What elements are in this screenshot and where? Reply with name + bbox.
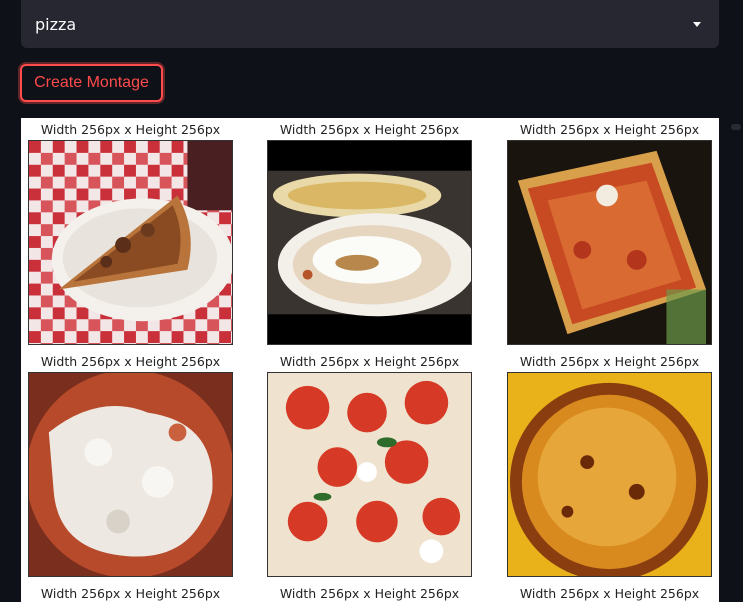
- pizza-thumbnail: [507, 372, 712, 577]
- pizza-thumbnail: [28, 140, 233, 345]
- pizza-thumbnail: [28, 372, 233, 577]
- montage-image: Width 256px x Height 256px Width 256px x…: [21, 118, 719, 602]
- image-caption: Width 256px x Height 256px: [279, 586, 460, 601]
- image-caption: Width 256px x Height 256px: [279, 354, 460, 369]
- pizza-thumbnail: [267, 140, 472, 345]
- image-caption: Width 256px x Height 256px: [40, 354, 221, 369]
- pizza-thumbnail: [507, 140, 712, 345]
- select-value: pizza: [35, 14, 77, 34]
- image-caption: Width 256px x Height 256px: [519, 354, 700, 369]
- image-caption: Width 256px x Height 256px: [40, 586, 221, 601]
- create-montage-button[interactable]: Create Montage: [20, 64, 163, 102]
- image-caption: Width 256px x Height 256px: [519, 122, 700, 137]
- pizza-thumbnail: [267, 372, 472, 577]
- scrollbar-thumb[interactable]: [731, 124, 741, 130]
- caret-down-icon: [693, 22, 701, 27]
- image-caption: Width 256px x Height 256px: [40, 122, 221, 137]
- dataset-select[interactable]: pizza: [21, 0, 719, 48]
- image-caption: Width 256px x Height 256px: [279, 122, 460, 137]
- image-caption: Width 256px x Height 256px: [519, 586, 700, 601]
